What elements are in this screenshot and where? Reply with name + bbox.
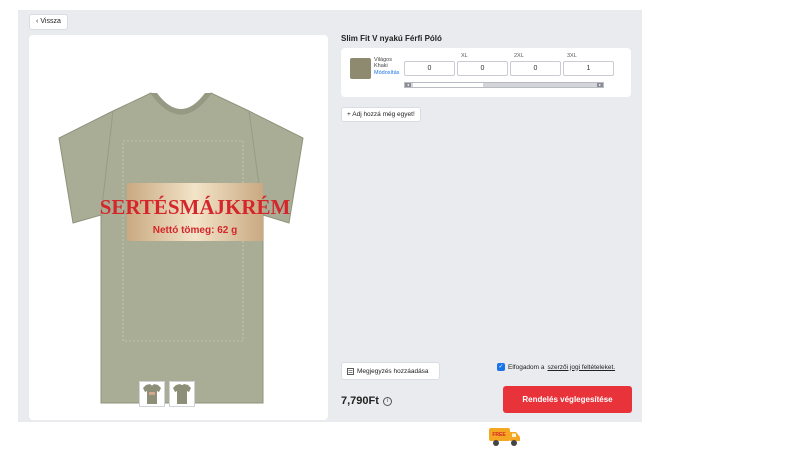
finalize-order-button[interactable]: Rendelés véglegesítése xyxy=(503,386,632,413)
terms-checkbox[interactable]: ✓ xyxy=(497,363,505,371)
terms-consent: ✓ Elfogadom a szerzői jogi feltételeket. xyxy=(497,363,615,371)
price-value: 7,790Ft xyxy=(341,395,379,407)
size-label-3xl: 3XL xyxy=(567,53,577,59)
tshirt-preview: SERTÉSMÁJKRÉM Nettó tömeg: 62 g xyxy=(58,92,304,404)
color-name: Világos Khaki xyxy=(374,57,392,69)
thumbnail-front[interactable] xyxy=(139,381,165,407)
scroll-right-icon[interactable]: ▸ xyxy=(597,83,603,87)
size-scrollbar[interactable]: ◂ ▸ xyxy=(404,82,604,88)
size-label xyxy=(404,53,455,61)
terms-prefix: Elfogadom a xyxy=(508,363,545,371)
thumbnail-back-image xyxy=(173,384,191,404)
thumbnail-front-image xyxy=(143,384,161,404)
free-badge-text: FREE xyxy=(492,432,506,438)
size-quantity-input-3xl[interactable]: 1 xyxy=(563,61,614,76)
info-icon[interactable]: i xyxy=(382,396,392,406)
note-icon xyxy=(347,367,354,375)
print-design-title: SERTÉSMÁJKRÉM xyxy=(100,195,291,219)
shirt-body xyxy=(58,92,304,404)
size-quantity-input-xl[interactable]: 0 xyxy=(457,61,508,76)
scrollbar-thumb[interactable] xyxy=(413,83,483,87)
size-column-xl: XL 0 xyxy=(457,53,508,76)
size-label-xl: XL xyxy=(461,53,468,59)
terms-link[interactable]: szerzői jogi feltételeket. xyxy=(548,364,616,371)
modify-color-link[interactable]: Módosítás xyxy=(374,70,399,76)
print-design-subtitle: Nettó tömeg: 62 g xyxy=(153,225,237,236)
size-quantity-input-2xl[interactable]: 0 xyxy=(510,61,561,76)
thumbnail-back[interactable] xyxy=(169,381,195,407)
size-column-3xl: 3XL 1 xyxy=(563,53,614,76)
thumbnail-strip xyxy=(139,381,195,407)
add-another-button[interactable]: + Adj hozzá még egyet! xyxy=(341,107,421,122)
free-shipping-truck-icon: FREE xyxy=(489,428,520,446)
size-column-2xl: 2XL 0 xyxy=(510,53,561,76)
back-label: Vissza xyxy=(40,18,61,25)
price-display: 7,790Ft i xyxy=(341,395,392,407)
add-note-label: Megjegyzés hozzáadása xyxy=(357,367,429,375)
scroll-left-icon[interactable]: ◂ xyxy=(405,83,411,87)
size-quantity-input[interactable]: 0 xyxy=(404,61,455,76)
add-note-button[interactable]: Megjegyzés hozzáadása xyxy=(341,362,440,380)
chevron-left-icon: ‹ xyxy=(36,18,39,25)
size-label-2xl: 2XL xyxy=(514,53,524,59)
product-title: Slim Fit V nyakú Férfi Póló xyxy=(341,34,442,43)
variant-card: Világos Khaki Módosítás 0 XL 0 2XL 0 3XL… xyxy=(341,48,631,97)
product-preview-card: SERTÉSMÁJKRÉM Nettó tömeg: 62 g xyxy=(29,35,328,420)
size-column: 0 xyxy=(404,53,455,76)
back-button[interactable]: ‹ Vissza xyxy=(29,14,68,30)
color-swatch[interactable] xyxy=(350,58,371,79)
